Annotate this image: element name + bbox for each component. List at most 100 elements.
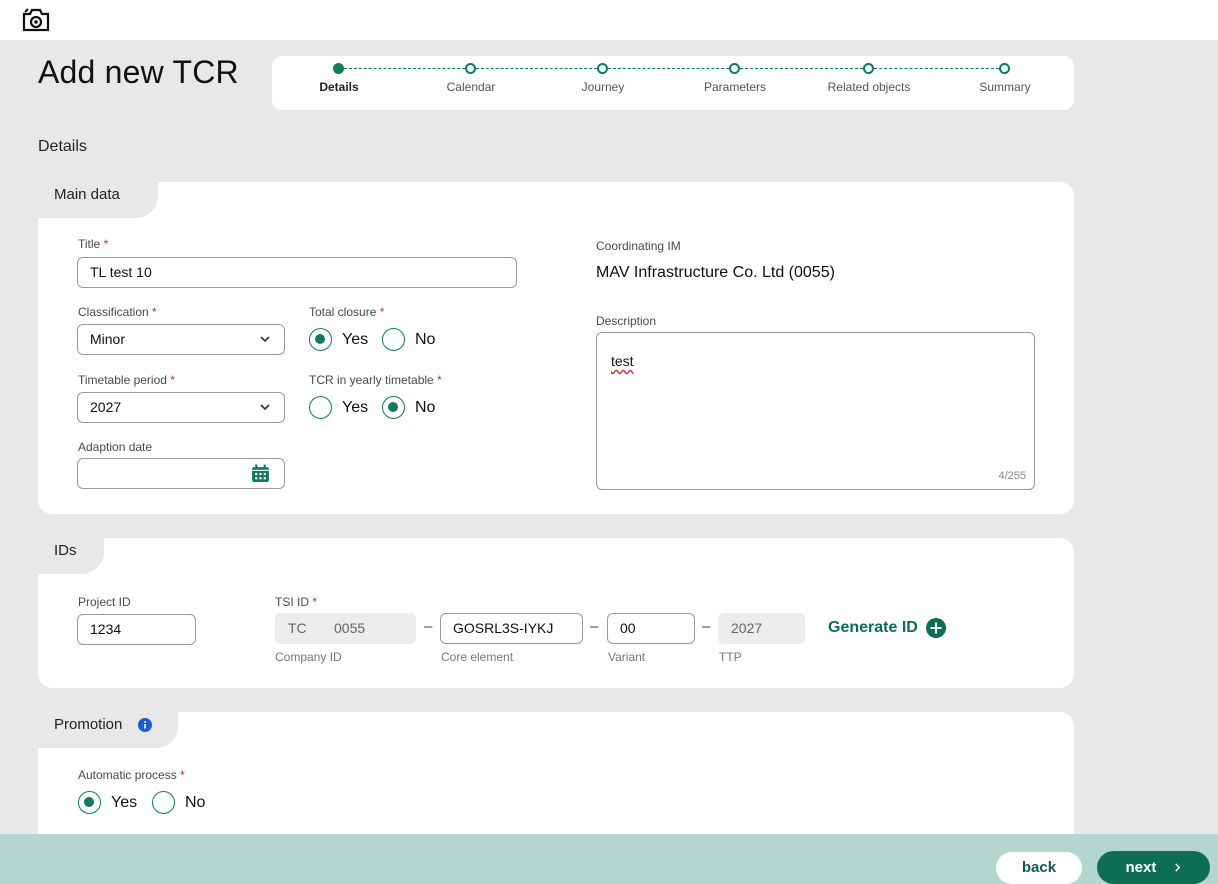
step-dot	[465, 63, 476, 74]
step-calendar[interactable]: Calendar	[406, 56, 536, 110]
generate-id-label: Generate ID	[828, 619, 918, 636]
required-mark: *	[170, 373, 175, 387]
step-label: Calendar	[446, 80, 496, 94]
step-journey[interactable]: Journey	[538, 56, 668, 110]
stepper: Details Calendar Journey Parameters Rela…	[272, 56, 1074, 110]
separator-dash: –	[424, 618, 433, 635]
separator-dash: –	[702, 618, 711, 635]
yearly-label-text: TCR in yearly timetable	[309, 373, 434, 387]
character-counter: 4/255	[998, 470, 1026, 482]
separator-dash: –	[590, 618, 599, 635]
required-mark: *	[103, 237, 109, 251]
adaption-label: Adaption date	[78, 440, 153, 454]
main-data-tab: Main data	[38, 182, 158, 218]
timetable-select[interactable]: 2027	[77, 392, 285, 423]
camera-icon[interactable]	[22, 8, 50, 32]
yearly-no-radio[interactable]: No	[382, 396, 435, 419]
chevron-down-icon	[260, 404, 270, 411]
core-element-input[interactable]: GOSRL3S-IYKJ	[440, 613, 583, 644]
step-dot	[999, 63, 1010, 74]
total-closure-no-radio[interactable]: No	[382, 328, 435, 351]
classification-label: Classification *	[78, 305, 157, 319]
ids-tab: IDs	[38, 538, 104, 574]
radio-label: No	[185, 793, 206, 811]
ttp-field: 2027	[718, 613, 805, 644]
total-closure-label: Total closure *	[309, 305, 384, 319]
required-mark: *	[437, 373, 442, 387]
next-button[interactable]: next	[1097, 851, 1210, 884]
description-textarea[interactable]: test 4/255	[596, 332, 1035, 490]
ttp-helper: TTP	[719, 650, 742, 664]
total-closure-yes-radio[interactable]: Yes	[309, 328, 368, 351]
page-title: Add new TCR	[38, 54, 239, 90]
yearly-yes-radio[interactable]: Yes	[309, 396, 368, 419]
ids-tab-label: IDs	[54, 542, 77, 559]
variant-input[interactable]: 00	[607, 613, 695, 644]
company-id-value: 0055	[334, 620, 366, 636]
promotion-tab-label: Promotion	[54, 716, 123, 733]
coordinating-label: Coordinating IM	[596, 239, 681, 253]
timetable-label-text: Timetable period	[78, 373, 167, 387]
radio-label: Yes	[342, 398, 369, 416]
step-related-objects[interactable]: Related objects	[804, 56, 934, 110]
generate-id-button[interactable]: Generate ID	[828, 618, 946, 638]
step-details[interactable]: Details	[274, 56, 404, 110]
adaption-date-input[interactable]	[77, 458, 285, 489]
radio-unchecked-icon	[382, 328, 405, 351]
required-mark: *	[379, 305, 385, 319]
timetable-value: 2027	[90, 399, 122, 415]
calendar-icon[interactable]	[251, 464, 270, 483]
next-label: next	[1125, 859, 1157, 876]
ids-card: IDs Project ID 1234 TSI ID * TC 0055 Comp…	[38, 538, 1074, 688]
step-dot	[863, 63, 874, 74]
step-dot	[597, 63, 608, 74]
automatic-no-radio[interactable]: No	[152, 791, 205, 814]
required-mark: *	[152, 305, 157, 319]
timetable-label: Timetable period *	[78, 373, 175, 387]
title-input[interactable]: TL test 10	[77, 257, 517, 288]
description-value: test	[611, 353, 634, 369]
plus-circle-icon	[925, 618, 946, 638]
chevron-right-icon	[1174, 863, 1180, 872]
step-dot	[729, 63, 740, 74]
tsi-id-label-text: TSI ID	[275, 595, 310, 609]
yearly-label: TCR in yearly timetable *	[309, 373, 442, 387]
back-button[interactable]: back	[996, 852, 1082, 884]
classification-select[interactable]: Minor	[77, 324, 285, 355]
section-heading: Details	[38, 138, 87, 155]
radio-unchecked-icon	[152, 791, 175, 814]
description-label: Description	[596, 314, 657, 328]
radio-label: Yes	[111, 793, 138, 811]
radio-label: Yes	[342, 330, 369, 348]
title-label-text: Title	[78, 237, 101, 251]
step-summary[interactable]: Summary	[940, 56, 1070, 110]
step-label: Details	[319, 80, 359, 94]
step-label: Related objects	[827, 80, 911, 94]
required-mark: *	[312, 595, 318, 609]
coordinating-value: MAV Infrastructure Co. Ltd (0055)	[596, 264, 835, 281]
company-prefix: TC	[288, 620, 307, 636]
project-id-input[interactable]: 1234	[77, 614, 196, 645]
automatic-process-label: Automatic process *	[78, 768, 185, 782]
step-label: Summary	[979, 80, 1031, 94]
company-id-helper: Company ID	[275, 650, 342, 664]
variant-helper: Variant	[608, 650, 646, 664]
radio-checked-icon	[382, 396, 405, 419]
company-id-field: TC 0055	[275, 613, 416, 644]
main-data-card: Main data Title * TL test 10 Classificat…	[38, 182, 1074, 514]
chevron-down-icon	[260, 336, 270, 343]
title-label: Title *	[78, 237, 108, 251]
radio-unchecked-icon	[309, 396, 332, 419]
classification-label-text: Classification	[78, 305, 149, 319]
automatic-yes-radio[interactable]: Yes	[78, 791, 137, 814]
step-label: Journey	[581, 80, 625, 94]
step-dot-active	[333, 63, 344, 74]
tsi-id-label: TSI ID *	[275, 595, 317, 609]
info-icon[interactable]	[138, 718, 152, 732]
radio-label: No	[415, 398, 436, 416]
top-bar	[0, 0, 1218, 40]
classification-value: Minor	[90, 331, 126, 347]
required-mark: *	[180, 768, 185, 782]
step-parameters[interactable]: Parameters	[670, 56, 800, 110]
step-label: Parameters	[703, 80, 767, 94]
